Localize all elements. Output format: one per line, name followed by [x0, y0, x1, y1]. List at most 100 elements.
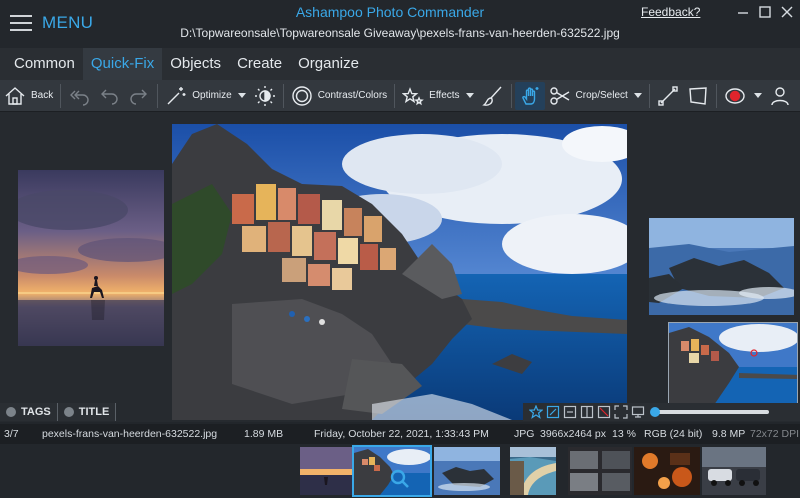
status-color-mode: RGB (24 bit): [644, 428, 703, 440]
minimize-button[interactable]: [732, 4, 754, 20]
tab-objects[interactable]: Objects: [162, 48, 229, 80]
back-label: Back: [31, 90, 54, 101]
status-format: JPG: [514, 428, 535, 440]
toolbar-divider: [510, 83, 512, 108]
brush-icon: [481, 86, 502, 106]
filmstrip-thumbnail[interactable]: [510, 447, 556, 495]
compare-button[interactable]: [580, 405, 594, 419]
filmstrip-thumbnail[interactable]: [568, 447, 632, 495]
crop-select-label: Crop/Select: [575, 90, 628, 101]
filmstrip-thumbnail[interactable]: [300, 447, 352, 495]
tags-label: TAGS: [21, 406, 51, 418]
brightness-button[interactable]: [250, 82, 280, 110]
title-bar: MENU Ashampoo Photo Commander D:\Topware…: [0, 0, 800, 48]
red-eye-button[interactable]: [720, 82, 766, 110]
contrast-icon: [291, 85, 312, 106]
undo-button[interactable]: [94, 82, 124, 110]
filmstrip-thumbnail-selected[interactable]: [352, 445, 432, 497]
effects-button[interactable]: Effects: [398, 82, 477, 110]
toolbar-divider: [282, 83, 284, 108]
fullscreen-button[interactable]: [614, 405, 628, 419]
back-button[interactable]: Back: [0, 82, 57, 110]
chevron-down-icon: [753, 93, 762, 98]
filmstrip-thumbnail[interactable]: [634, 447, 700, 495]
status-dimensions: 3966x2464 px: [540, 428, 606, 440]
redo-icon: [130, 89, 148, 105]
app-window: MENU Ashampoo Photo Commander D:\Topware…: [0, 0, 800, 498]
optimize-label: Optimize: [192, 90, 232, 101]
ribbon-tabs: Common Quick-Fix Objects Create Organize: [0, 48, 800, 80]
zoom-slider-knob[interactable]: [650, 407, 660, 417]
fit-view-button[interactable]: [546, 405, 560, 419]
next-image-thumbnail[interactable]: [649, 218, 794, 315]
toolbar-divider: [715, 83, 717, 108]
redo-button[interactable]: [124, 82, 154, 110]
title-dot-icon: [63, 407, 74, 417]
tag-dot-icon: [6, 407, 16, 417]
status-zoom: 13 %: [612, 428, 636, 440]
tab-create[interactable]: Create: [229, 48, 290, 80]
star-icon: [529, 405, 543, 419]
image-position: 3/7: [4, 428, 19, 440]
straighten-button[interactable]: [653, 82, 683, 110]
tab-quick-fix[interactable]: Quick-Fix: [82, 48, 163, 80]
straighten-line-icon: [658, 85, 678, 106]
feedback-link[interactable]: Feedback?: [641, 5, 700, 19]
fit-screen-icon: [546, 405, 560, 419]
red-eye-icon: [725, 87, 745, 104]
undo-all-button[interactable]: [64, 82, 94, 110]
monitor-icon: [631, 406, 645, 418]
main-photo[interactable]: [172, 124, 627, 420]
pan-hand-button[interactable]: [514, 81, 545, 110]
tab-organize[interactable]: Organize: [290, 48, 367, 80]
brush-button[interactable]: [478, 82, 508, 110]
cliffside-village-image: [172, 124, 627, 420]
crop-select-button[interactable]: Crop/Select: [545, 82, 646, 110]
perspective-button[interactable]: [683, 82, 713, 110]
toolbar-divider: [60, 83, 62, 108]
expand-icon: [614, 405, 628, 419]
previous-image-thumbnail[interactable]: [18, 170, 164, 346]
magic-wand-icon: [167, 86, 186, 104]
slideshow-button[interactable]: [631, 405, 645, 419]
optimize-button[interactable]: Optimize: [161, 82, 249, 110]
contrast-colors-button[interactable]: Contrast/Colors: [287, 82, 391, 110]
filmstrip-thumbnail[interactable]: [702, 447, 766, 495]
actual-size-button[interactable]: [563, 405, 577, 419]
filmstrip: [0, 444, 800, 498]
sunset-beach-image: [18, 170, 164, 346]
maximize-button[interactable]: [754, 4, 776, 20]
minimize-icon: [738, 12, 748, 14]
title-label: TITLE: [78, 406, 110, 418]
title-button[interactable]: TITLE: [58, 403, 117, 421]
zoom-slider[interactable]: [650, 407, 769, 417]
brightness-icon: [254, 85, 275, 106]
close-icon: [781, 6, 793, 18]
tab-common[interactable]: Common: [6, 48, 83, 80]
favorite-button[interactable]: [529, 405, 543, 419]
effects-label: Effects: [429, 90, 460, 101]
file-path: D:\Topwareonsale\Topwareonsale Giveaway\…: [180, 26, 620, 40]
no-selection-icon: [597, 405, 611, 419]
retouch-person-button[interactable]: [766, 82, 796, 110]
status-dpi: 72x72 DPI: [750, 428, 800, 440]
chevron-down-icon: [633, 93, 642, 98]
navigator-preview[interactable]: [668, 322, 798, 404]
image-viewer[interactable]: [0, 112, 800, 422]
village-preview-image: [669, 323, 797, 403]
maximize-icon: [759, 6, 771, 18]
actual-size-icon: [563, 405, 577, 419]
filmstrip-thumbnail[interactable]: [434, 447, 500, 495]
home-icon: [5, 86, 25, 105]
compare-icon: [580, 405, 594, 419]
status-filename: pexels-frans-van-heerden-632522.jpg: [42, 428, 218, 440]
view-controls: [523, 403, 800, 421]
close-button[interactable]: [776, 4, 798, 20]
status-filesize: 1.89 MB: [244, 428, 284, 440]
no-selection-button[interactable]: [597, 405, 611, 419]
tags-button[interactable]: TAGS: [0, 403, 58, 421]
undo-icon: [101, 89, 118, 105]
toolbar-divider: [394, 83, 396, 108]
contrast-colors-label: Contrast/Colors: [317, 90, 388, 101]
chevron-down-icon: [465, 93, 474, 98]
